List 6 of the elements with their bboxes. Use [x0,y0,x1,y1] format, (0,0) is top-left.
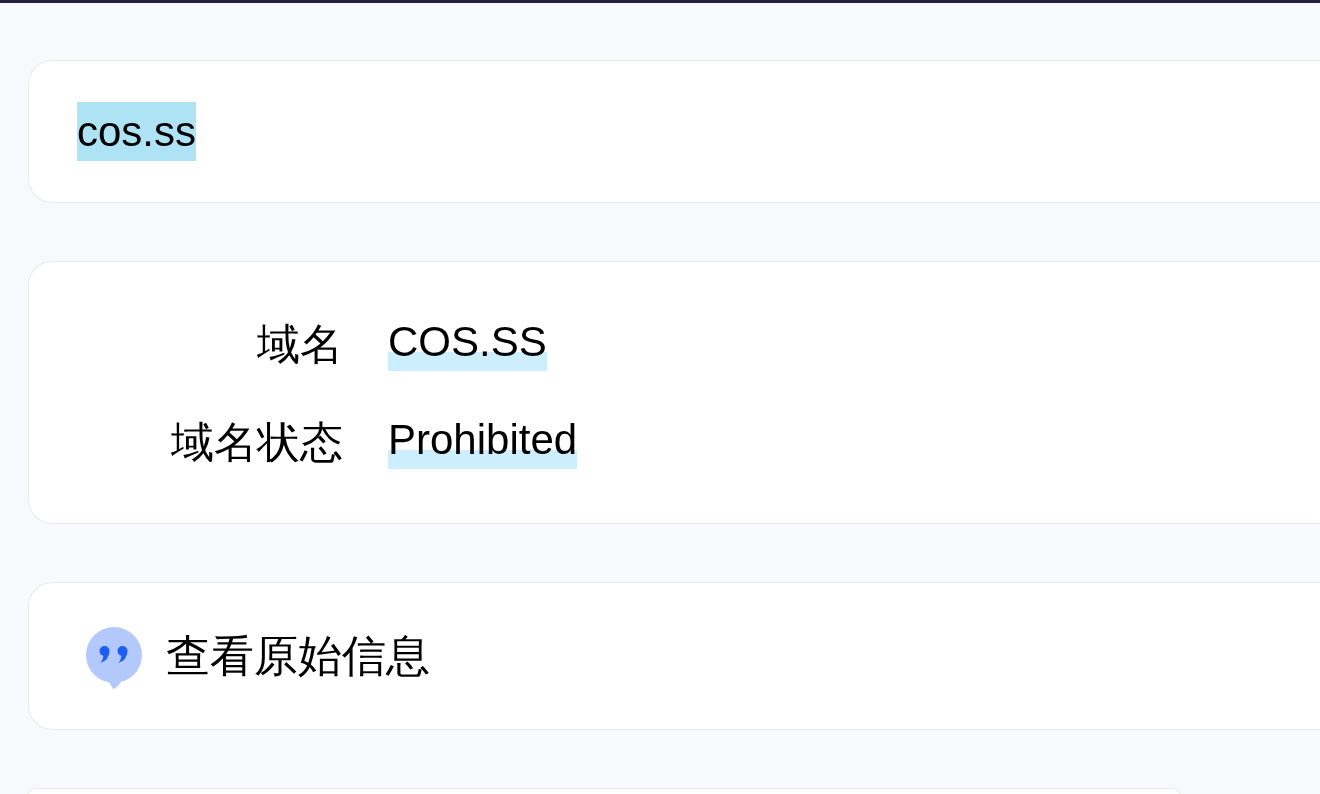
search-query: cos.ss [77,101,197,161]
field-label: 域名状态 [170,416,343,468]
quote-bubble-icon [86,627,142,690]
search-field[interactable]: cos.ss [28,60,1320,203]
field-label: 域名 [256,318,343,370]
view-raw-info-button[interactable]: 查看原始信息 [28,582,1320,730]
